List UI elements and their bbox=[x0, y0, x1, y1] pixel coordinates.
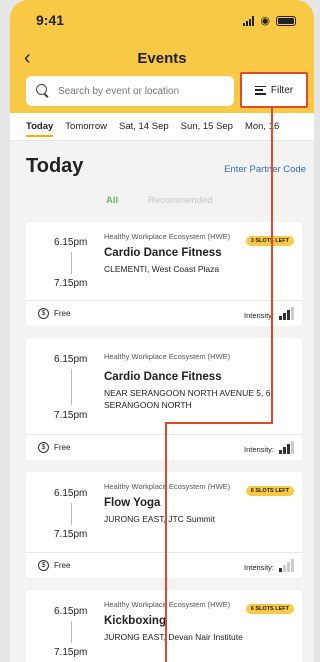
dollar-icon: $ bbox=[38, 308, 49, 319]
event-start-time: 6.15pm bbox=[54, 237, 88, 248]
event-location: CLEMENTI, West Coast Plaza bbox=[104, 264, 220, 274]
event-title: Kickboxing bbox=[104, 615, 166, 627]
event-organizer: Healthy Workplace Ecosystem (HWE) bbox=[104, 482, 231, 491]
event-title: Flow Yoga bbox=[104, 497, 161, 509]
filter-label: Filter bbox=[270, 84, 294, 96]
event-location: JURONG EAST, JTC Summit bbox=[104, 514, 215, 524]
event-price: Free bbox=[54, 443, 71, 452]
event-end-time: 7.15pm bbox=[54, 410, 88, 421]
status-time: 9:41 bbox=[36, 12, 65, 28]
phone-screen: 9:41 ◉ ‹ Events Filter Today Tomorrow Sa… bbox=[10, 0, 314, 662]
event-organizer: Healthy Workplace Ecosystem (HWE) bbox=[104, 600, 231, 609]
slots-badge: 6 SLOTS LEFT bbox=[245, 604, 294, 614]
intensity-bars bbox=[279, 441, 294, 454]
section-title: Today bbox=[26, 155, 84, 177]
search-input[interactable] bbox=[58, 85, 218, 97]
event-start-time: 6.15pm bbox=[54, 488, 88, 499]
event-organizer: Healthy Workplace Ecosystem (HWE) bbox=[104, 352, 231, 361]
filter-all[interactable]: All bbox=[106, 195, 118, 206]
event-organizer: Healthy Workplace Ecosystem (HWE) bbox=[104, 232, 231, 241]
event-title: Cardio Dance Fitness bbox=[104, 247, 222, 259]
event-title: Cardio Dance Fitness bbox=[104, 371, 222, 383]
search-icon bbox=[36, 84, 50, 98]
intensity-bars bbox=[279, 307, 294, 320]
intensity-label: Intensity: bbox=[243, 563, 274, 572]
intensity-bars bbox=[279, 559, 294, 572]
tab-sat[interactable]: Sat, 14 Sep bbox=[119, 121, 169, 132]
dollar-icon: $ bbox=[38, 442, 49, 453]
time-connector bbox=[71, 503, 72, 525]
filter-button[interactable]: Filter bbox=[240, 72, 308, 108]
partner-code-link[interactable]: Enter Partner Code bbox=[224, 164, 306, 175]
intensity-label: Intensity: bbox=[243, 311, 274, 320]
event-price: Free bbox=[54, 309, 71, 318]
date-tabs: Today Tomorrow Sat, 14 Sep Sun, 15 Sep M… bbox=[10, 113, 314, 141]
tab-tomorrow[interactable]: Tomorrow bbox=[65, 121, 107, 132]
event-end-time: 7.15pm bbox=[54, 647, 88, 658]
event-location: NEAR SERANGOON NORTH AVENUE 5, 6 SERANGO… bbox=[104, 388, 271, 410]
search-box[interactable] bbox=[26, 76, 234, 106]
tab-sun[interactable]: Sun, 15 Sep bbox=[181, 121, 233, 132]
signal-icon bbox=[243, 15, 255, 26]
annotation-line bbox=[165, 422, 273, 424]
tab-today[interactable]: Today bbox=[26, 121, 54, 137]
event-card[interactable]: 6.15pm 7.15pm Healthy Workplace Ecosyste… bbox=[26, 472, 302, 578]
event-price: Free bbox=[54, 561, 71, 570]
header: 9:41 ◉ ‹ Events Filter bbox=[10, 0, 314, 113]
intensity-label: Intensity: bbox=[243, 445, 274, 454]
annotation-line bbox=[271, 108, 273, 424]
annotation-line bbox=[165, 422, 167, 662]
event-start-time: 6.15pm bbox=[54, 354, 88, 365]
filter-icon bbox=[254, 85, 266, 95]
event-end-time: 7.15pm bbox=[54, 278, 88, 289]
page-title: Events bbox=[137, 50, 187, 67]
tab-mon[interactable]: Mon, 16 bbox=[245, 121, 279, 132]
status-bar: 9:41 ◉ bbox=[10, 0, 314, 36]
time-connector bbox=[71, 621, 72, 643]
slots-badge: 6 SLOTS LEFT bbox=[245, 486, 294, 496]
event-card[interactable]: 6.15pm 7.15pm Healthy Workplace Ecosyste… bbox=[26, 590, 302, 662]
time-connector bbox=[71, 252, 72, 274]
event-start-time: 6.15pm bbox=[54, 606, 88, 617]
event-end-time: 7.15pm bbox=[54, 529, 88, 540]
wifi-icon: ◉ bbox=[260, 15, 270, 27]
event-location: JURONG EAST, Devan Nair Institute bbox=[104, 632, 243, 642]
battery-icon bbox=[276, 15, 296, 26]
event-card[interactable]: 6.15pm 7.15pm Healthy Workplace Ecosyste… bbox=[26, 338, 302, 460]
dollar-icon: $ bbox=[38, 560, 49, 571]
slots-badge: 3 SLOTS LEFT bbox=[245, 236, 294, 246]
filter-recommended[interactable]: Recommended bbox=[148, 195, 212, 206]
event-card[interactable]: 6.15pm 7.15pm Healthy Workplace Ecosyste… bbox=[26, 222, 302, 326]
time-connector bbox=[71, 369, 72, 405]
